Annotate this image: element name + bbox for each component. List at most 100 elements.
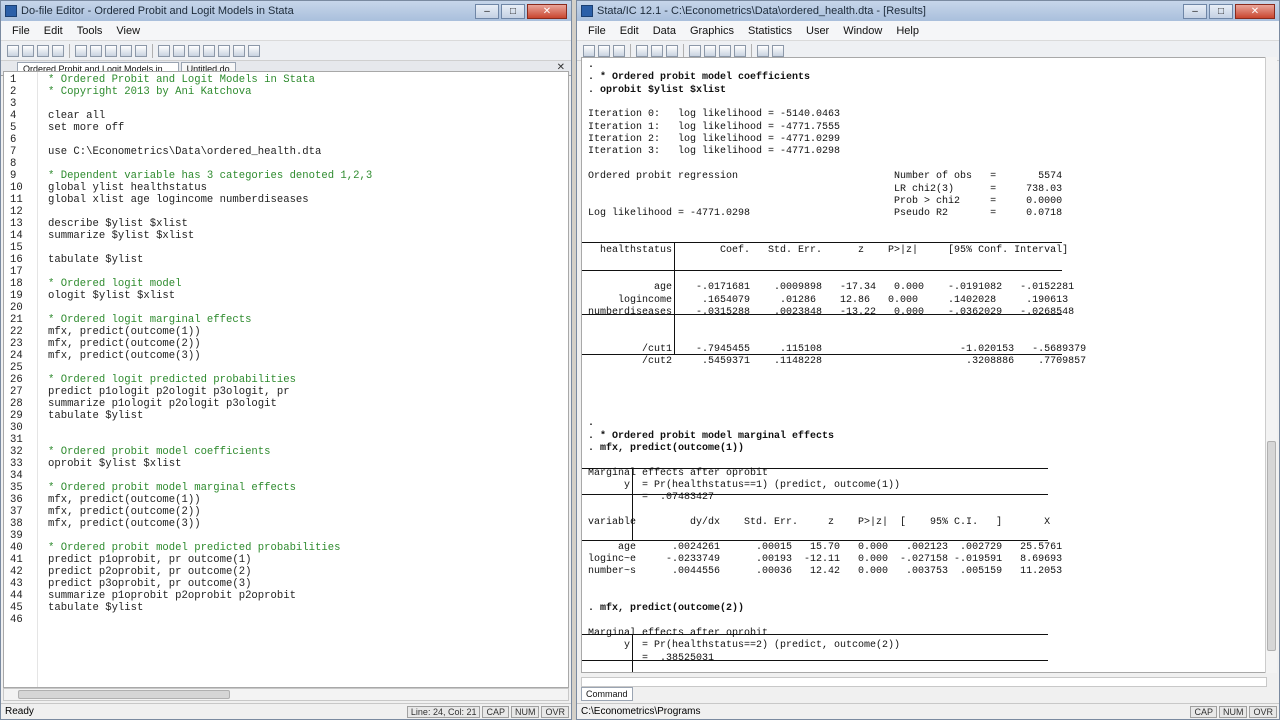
code-line[interactable]: 15 xyxy=(4,242,564,254)
open-icon[interactable] xyxy=(583,44,595,57)
code-line[interactable]: 27 predict p1ologit p2ologit p3ologit, pr xyxy=(4,386,564,398)
code-line[interactable]: 21 * Ordered logit marginal effects xyxy=(4,314,564,326)
redo-icon[interactable] xyxy=(135,44,147,57)
command-input[interactable] xyxy=(581,677,1267,687)
menu-edit[interactable]: Edit xyxy=(37,25,70,37)
save-icon[interactable] xyxy=(37,44,49,57)
open-file-icon[interactable] xyxy=(22,44,34,57)
code-line[interactable]: 5 set more off xyxy=(4,122,564,134)
find-icon[interactable] xyxy=(158,44,170,57)
code-line[interactable]: 31 xyxy=(4,434,564,446)
code-line[interactable]: 36 mfx, predict(outcome(1)) xyxy=(4,494,564,506)
code-line[interactable]: 22 mfx, predict(outcome(1)) xyxy=(4,326,564,338)
code-text: * Ordered probit model marginal effects xyxy=(48,482,296,494)
code-line[interactable]: 35 * Ordered probit model marginal effect… xyxy=(4,482,564,494)
paste-icon[interactable] xyxy=(105,44,117,57)
run-icon[interactable] xyxy=(233,44,245,57)
code-line[interactable]: 11 global xlist age logincome numberdisea… xyxy=(4,194,564,206)
scrollbar-thumb[interactable] xyxy=(1267,441,1276,651)
cut-icon[interactable] xyxy=(75,44,87,57)
code-line[interactable]: 1 * Ordered Probit and Logit Models in St… xyxy=(4,74,564,86)
menu-window[interactable]: Window xyxy=(836,25,889,37)
graph-icon[interactable] xyxy=(666,44,678,57)
break-icon[interactable] xyxy=(772,44,784,57)
code-line[interactable]: 8 xyxy=(4,158,564,170)
menu-view[interactable]: View xyxy=(109,25,147,37)
code-line[interactable]: 46 xyxy=(4,614,564,626)
code-line[interactable]: 7 use C:\Econometrics\Data\ordered_health… xyxy=(4,146,564,158)
code-line[interactable]: 10 global ylist healthstatus xyxy=(4,182,564,194)
code-line[interactable]: 3 xyxy=(4,98,564,110)
menu-user[interactable]: User xyxy=(799,25,836,37)
code-editor[interactable]: 1 * Ordered Probit and Logit Models in St… xyxy=(3,71,569,688)
close-button[interactable]: ✕ xyxy=(1235,3,1275,19)
code-line[interactable]: 32 * Ordered probit model coefficients xyxy=(4,446,564,458)
minimize-button[interactable]: – xyxy=(475,3,499,19)
scrollbar-thumb[interactable] xyxy=(18,690,230,699)
minimize-button[interactable]: – xyxy=(1183,3,1207,19)
command-tab[interactable]: Command xyxy=(581,687,633,701)
code-line[interactable]: 42 predict p2oprobit, pr outcome(2) xyxy=(4,566,564,578)
code-line[interactable]: 25 xyxy=(4,362,564,374)
code-line[interactable]: 12 xyxy=(4,206,564,218)
menu-tools[interactable]: Tools xyxy=(70,25,110,37)
undo-icon[interactable] xyxy=(120,44,132,57)
menu-help[interactable]: Help xyxy=(889,25,926,37)
code-line[interactable]: 41 predict p1oprobit, pr outcome(1) xyxy=(4,554,564,566)
code-line[interactable]: 18 * Ordered logit model xyxy=(4,278,564,290)
code-line[interactable]: 23 mfx, predict(outcome(2)) xyxy=(4,338,564,350)
code-line[interactable]: 37 mfx, predict(outcome(2)) xyxy=(4,506,564,518)
execute-icon[interactable] xyxy=(248,44,260,57)
code-line[interactable]: 33 oprobit $ylist $xlist xyxy=(4,458,564,470)
menu-statistics[interactable]: Statistics xyxy=(741,25,799,37)
do-file-editor-icon[interactable] xyxy=(689,44,701,57)
code-line[interactable]: 39 xyxy=(4,530,564,542)
code-line[interactable]: 43 predict p3oprobit, pr outcome(3) xyxy=(4,578,564,590)
code-line[interactable]: 44 summarize p1oprobit p2oprobit p2oprobi… xyxy=(4,590,564,602)
code-line[interactable]: 26 * Ordered logit predicted probabilitie… xyxy=(4,374,564,386)
code-line[interactable]: 9 * Dependent variable has 3 categories d… xyxy=(4,170,564,182)
maximize-button[interactable]: □ xyxy=(1209,3,1233,19)
code-line[interactable]: 4 clear all xyxy=(4,110,564,122)
menu-file[interactable]: File xyxy=(5,25,37,37)
close-button[interactable]: ✕ xyxy=(527,3,567,19)
menu-edit[interactable]: Edit xyxy=(613,25,646,37)
show-file-icon[interactable] xyxy=(218,44,230,57)
code-line[interactable]: 34 xyxy=(4,470,564,482)
menu-file[interactable]: File xyxy=(581,25,613,37)
code-line[interactable]: 19 ologit $ylist $xlist xyxy=(4,290,564,302)
menu-graphics[interactable]: Graphics xyxy=(683,25,741,37)
code-line[interactable]: 29 tabulate $ylist xyxy=(4,410,564,422)
more-icon[interactable] xyxy=(757,44,769,57)
new-file-icon[interactable] xyxy=(7,44,19,57)
code-line[interactable]: 20 xyxy=(4,302,564,314)
data-browser-icon[interactable] xyxy=(719,44,731,57)
code-line[interactable]: 17 xyxy=(4,266,564,278)
maximize-button[interactable]: □ xyxy=(501,3,525,19)
bookmark-icon[interactable] xyxy=(173,44,185,57)
code-line[interactable]: 45 tabulate $ylist xyxy=(4,602,564,614)
code-line[interactable]: 30 xyxy=(4,422,564,434)
prev-bookmark-icon[interactable] xyxy=(188,44,200,57)
print-icon[interactable] xyxy=(52,44,64,57)
print-icon[interactable] xyxy=(613,44,625,57)
code-line[interactable]: 13 describe $ylist $xlist xyxy=(4,218,564,230)
menu-data[interactable]: Data xyxy=(646,25,683,37)
data-editor-icon[interactable] xyxy=(704,44,716,57)
code-line[interactable]: 2 * Copyright 2013 by Ani Katchova xyxy=(4,86,564,98)
code-line[interactable]: 6 xyxy=(4,134,564,146)
horizontal-scrollbar[interactable] xyxy=(3,688,569,701)
code-line[interactable]: 38 mfx, predict(outcome(3)) xyxy=(4,518,564,530)
code-line[interactable]: 40 * Ordered probit model predicted proba… xyxy=(4,542,564,554)
save-icon[interactable] xyxy=(598,44,610,57)
code-line[interactable]: 24 mfx, predict(outcome(3)) xyxy=(4,350,564,362)
log-icon[interactable] xyxy=(636,44,648,57)
copy-icon[interactable] xyxy=(90,44,102,57)
code-line[interactable]: 14 summarize $ylist $xlist xyxy=(4,230,564,242)
viewer-icon[interactable] xyxy=(651,44,663,57)
vertical-scrollbar[interactable] xyxy=(1265,57,1277,673)
variables-manager-icon[interactable] xyxy=(734,44,746,57)
code-line[interactable]: 28 summarize p1ologit p2ologit p3ologit xyxy=(4,398,564,410)
next-bookmark-icon[interactable] xyxy=(203,44,215,57)
code-line[interactable]: 16 tabulate $ylist xyxy=(4,254,564,266)
